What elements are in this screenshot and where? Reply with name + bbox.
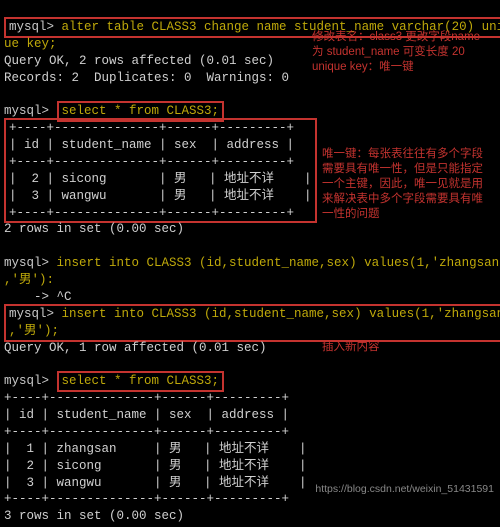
result-records: Records: 2 Duplicates: 0 Warnings: 0 [4,71,289,85]
table-sep: +----+--------------+------+---------+ [9,155,294,169]
table-row: | 2 | sicong | 男 | 地址不详 | [9,172,312,186]
blank-line [4,239,12,253]
table-sep: +----+--------------+------+---------+ [9,121,294,135]
sql-insert-err-cont: ,'男'): [4,273,54,287]
sql-insert[interactable]: insert into CLASS3 (id,student_name,sex)… [62,307,500,321]
sql-insert-err[interactable]: insert into CLASS3 (id,student_name,sex)… [57,256,500,270]
highlight-select2: select * from CLASS3; [57,371,225,392]
result-rows1: 2 rows in set (0.00 sec) [4,222,184,236]
mysql-prompt: mysql> [4,256,57,270]
annotation-unique: 唯一键：每张表往往有多个字段需要具有唯一性，但是只能指定一个主键，因此，唯一见就… [322,147,492,222]
highlight-insert: mysql> insert into CLASS3 (id,student_na… [4,304,500,342]
table-row: | 3 | wangwu | 男 | 地址不详 | [4,476,307,490]
result-queryok1: Query OK, 2 rows affected (0.01 sec) [4,54,274,68]
result-queryok2: Query OK, 1 row affected (0.01 sec) [4,341,267,355]
table-sep: +----+--------------+------+---------+ [4,492,289,506]
table-sep: +----+--------------+------+---------+ [9,206,294,220]
result-rows2: 3 rows in set (0.00 sec) [4,509,184,523]
ctrl-c: -> ^C [4,290,72,304]
sql-insert-cont: ,'男'); [9,324,59,338]
sql-select2[interactable]: select * from CLASS3; [62,374,220,388]
table-row: | 3 | wangwu | 男 | 地址不详 | [9,189,312,203]
mysql-prompt: mysql> [9,307,62,321]
terminal-output: mysql> alter table CLASS3 change name st… [0,0,500,527]
table-row: | 1 | zhangsan | 男 | 地址不详 | [4,442,307,456]
sql-alter-cont: ue key; [4,37,57,51]
blank-line [4,87,12,101]
annotation-insert: 插入新内容 [322,340,442,355]
watermark: https://blog.csdn.net/weixin_51431591 [315,482,494,496]
annotation-alter: 修改表名：class3 更改字段name为 student_name 可变长度 … [312,30,488,75]
table-header: | id | student_name | sex | address | [9,138,294,152]
table-sep: +----+--------------+------+---------+ [4,391,289,405]
highlight-table1: +----+--------------+------+---------+ |… [4,118,317,223]
table-sep: +----+--------------+------+---------+ [4,425,289,439]
table-header: | id | student_name | sex | address | [4,408,289,422]
blank-line [4,357,12,371]
mysql-prompt: mysql> [9,20,62,34]
mysql-prompt: mysql> [4,104,57,118]
table-row: | 2 | sicong | 男 | 地址不详 | [4,459,307,473]
sql-select1[interactable]: select * from CLASS3; [62,104,220,118]
mysql-prompt: mysql> [4,374,57,388]
